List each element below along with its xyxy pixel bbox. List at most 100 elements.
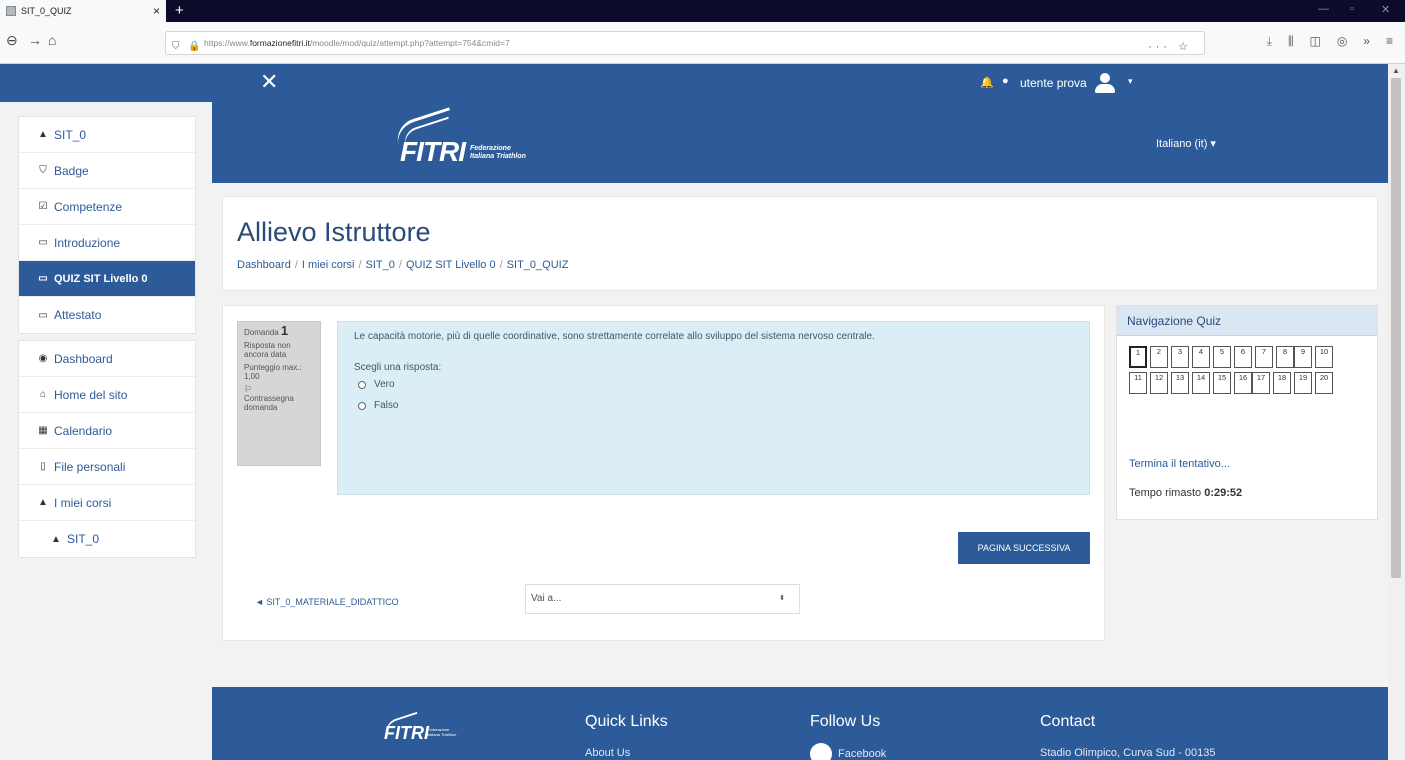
scroll-up-icon[interactable]: ▲ <box>1392 66 1400 75</box>
question-grid: 1 2 3 4 5 6 7 8 9 10 11 12 13 14 15 16 17 18 19 20 <box>1129 346 1339 398</box>
footer-link-facebook[interactable]: Facebook <box>810 743 886 760</box>
folder-icon: ▭ <box>38 273 48 284</box>
drawer-item-label: QUIZ SIT Livello 0 <box>54 272 148 285</box>
previous-activity-link[interactable]: ◄ SIT_0_MATERIALE_DIDATTICO <box>255 597 399 607</box>
minimize-icon[interactable]: — <box>1318 3 1329 15</box>
forward-icon[interactable]: → <box>28 32 42 48</box>
quiz-nav-question-button[interactable]: 18 <box>1273 372 1291 394</box>
quiz-nav-question-button[interactable]: 11 <box>1129 372 1147 394</box>
drawer-item-label: SIT_0 <box>54 127 87 142</box>
drawer-item-miei-corsi[interactable]: ▲ I miei corsi <box>19 485 195 521</box>
radio-button[interactable] <box>358 380 366 389</box>
back-icon[interactable]: ⊖ <box>6 32 18 49</box>
quiz-nav-question-button[interactable]: 19 <box>1294 372 1312 394</box>
drawer-item-home[interactable]: ⌂ Home del sito <box>19 377 195 413</box>
drawer-item-introduzione[interactable]: ▭ Introduzione <box>19 225 195 261</box>
drawer-item-sit0-course[interactable]: ▲ SIT_0 <box>19 521 195 557</box>
overflow-icon[interactable]: » <box>1363 34 1370 49</box>
quiz-nav-question-button[interactable]: 17 <box>1252 372 1270 394</box>
finish-attempt-link[interactable]: Termina il tentativo... <box>1129 458 1230 470</box>
drawer-item-file-personali[interactable]: ▯ File personali <box>19 449 195 485</box>
fitri-logo[interactable]: FITRI Federazione Italiana Triathlon <box>372 107 542 167</box>
quiz-nav-question-button[interactable]: 15 <box>1213 372 1231 394</box>
question-label: Domanda <box>244 328 279 337</box>
drawer-item-competenze[interactable]: ☑ Competenze <box>19 189 195 225</box>
quiz-region: Domanda 1 Risposta non ancora data Punte… <box>222 305 1105 641</box>
drawer-course-group: ▲ SIT_0 ⛉ Badge ☑ Competenze ▭ Introduzi… <box>18 116 196 334</box>
footer-address: Stadio Olimpico, Curva Sud - 00135 <box>1040 747 1216 759</box>
quiz-nav-question-button[interactable]: 4 <box>1192 346 1210 368</box>
drawer-item-dashboard[interactable]: ◉ Dashboard <box>19 341 195 377</box>
quiz-navigation-block: Navigazione Quiz 1 2 3 4 5 6 7 8 9 10 11 12 13 14 15 16… <box>1116 305 1378 520</box>
user-name[interactable]: utente prova <box>1020 76 1087 90</box>
flag-icon[interactable]: ⚐ <box>244 385 314 394</box>
home-icon[interactable]: ⌂ <box>48 32 56 48</box>
scrollbar-thumb[interactable] <box>1391 78 1401 578</box>
drawer-close-icon[interactable]: ✕ <box>260 70 278 94</box>
quiz-nav-question-button[interactable]: 5 <box>1213 346 1231 368</box>
quiz-nav-question-button[interactable]: 8 <box>1276 346 1294 368</box>
sidebar-icon[interactable]: ◫ <box>1309 34 1320 49</box>
quiz-nav-question-button[interactable]: 14 <box>1192 372 1210 394</box>
breadcrumb-item[interactable]: SIT_0_QUIZ <box>507 259 569 271</box>
drawer-item-sit0[interactable]: ▲ SIT_0 <box>19 117 195 153</box>
avatar[interactable] <box>1094 73 1116 93</box>
flag-question-link[interactable]: Contrassegna domanda <box>244 394 314 412</box>
breadcrumb-item[interactable]: QUIZ SIT Livello 0 <box>406 259 496 271</box>
quiz-nav-question-button[interactable]: 9 <box>1294 346 1312 368</box>
breadcrumb-item[interactable]: SIT_0 <box>366 259 395 271</box>
drawer-item-quiz[interactable]: ▭ QUIZ SIT Livello 0 <box>19 261 195 297</box>
answer-option-falso[interactable]: Falso <box>354 400 1073 411</box>
url-domain: formazionefitri.it <box>249 38 310 48</box>
drawer-item-label: SIT_0 <box>67 532 100 546</box>
quiz-nav-question-button[interactable]: 3 <box>1171 346 1189 368</box>
tracking-shield-icon[interactable]: ⛉ <box>172 36 180 54</box>
quiz-nav-question-button[interactable]: 1 <box>1129 346 1147 368</box>
extension-icon[interactable]: ◎ <box>1337 34 1347 49</box>
option-label[interactable]: Falso <box>374 400 398 411</box>
answer-option-vero[interactable]: Vero <box>354 379 1073 390</box>
breadcrumb-item[interactable]: Dashboard <box>237 259 291 271</box>
quiz-nav-question-button[interactable]: 20 <box>1315 372 1333 394</box>
quiz-nav-question-button[interactable]: 12 <box>1150 372 1168 394</box>
browser-tab[interactable]: SIT_0_QUIZ × <box>0 0 166 22</box>
radio-button[interactable] <box>358 401 366 410</box>
logo-word: FITRI <box>400 136 466 167</box>
jump-to-select[interactable]: Vai a... ⬍ <box>525 584 800 614</box>
drawer-item-label: Competenze <box>54 199 123 214</box>
window-close-icon[interactable]: ✕ <box>1381 3 1390 16</box>
footer-link-about[interactable]: About Us <box>585 747 630 759</box>
option-label[interactable]: Vero <box>374 379 395 390</box>
notification-bell-icon[interactable]: 🔔 <box>980 76 994 89</box>
next-page-button[interactable]: PAGINA SUCCESSIVA <box>958 532 1090 564</box>
url-path: /moodle/mod/quiz/attempt.php?attempt=754… <box>309 38 510 48</box>
question-text: Le capacità motorie, più di quelle coord… <box>354 331 875 342</box>
drawer-item-calendario[interactable]: ▦ Calendario <box>19 413 195 449</box>
footer-contact: Contact Stadio Olimpico, Curva Sud - 001… <box>1040 713 1215 760</box>
menu-icon[interactable]: ≡ <box>1386 34 1393 49</box>
language-selector[interactable]: Italiano (it) ▾ <box>1156 137 1216 150</box>
quiz-nav-question-button[interactable]: 10 <box>1315 346 1333 368</box>
tab-close-icon[interactable]: × <box>153 4 160 18</box>
new-tab-icon[interactable]: + <box>175 2 184 19</box>
download-icon[interactable]: ⤓ <box>1267 34 1272 49</box>
lock-icon[interactable]: 🔒 <box>188 36 200 54</box>
footer-logo[interactable]: FITRI Federazione Italiana Triathlon <box>372 711 482 745</box>
drawer-item-label: Introduzione <box>54 235 121 250</box>
library-icon[interactable]: ⫼ <box>1288 34 1294 49</box>
url-input[interactable]: ⛉ 🔒 https://www.formazionefitri.it/moodl… <box>165 31 1205 55</box>
page-actions-icon[interactable]: ··· ☆ <box>1148 36 1192 54</box>
select-arrows-icon: ⬍ <box>779 595 785 602</box>
quiz-nav-question-button[interactable]: 2 <box>1150 346 1168 368</box>
quiz-nav-question-button[interactable]: 13 <box>1171 372 1189 394</box>
messages-icon[interactable]: ● <box>1002 75 1009 87</box>
user-menu-caret-icon[interactable]: ▾ <box>1128 76 1133 87</box>
quiz-nav-question-button[interactable]: 16 <box>1234 372 1252 394</box>
drawer-item-attestato[interactable]: ▭ Attestato <box>19 297 195 333</box>
quiz-nav-question-button[interactable]: 6 <box>1234 346 1252 368</box>
quiz-nav-question-button[interactable]: 7 <box>1255 346 1273 368</box>
maximize-icon[interactable]: ▫ <box>1350 3 1354 15</box>
drawer-item-badge[interactable]: ⛉ Badge <box>19 153 195 189</box>
browser-tabbar: SIT_0_QUIZ × + — ▫ ✕ <box>0 0 1405 22</box>
breadcrumb-item[interactable]: I miei corsi <box>302 259 355 271</box>
